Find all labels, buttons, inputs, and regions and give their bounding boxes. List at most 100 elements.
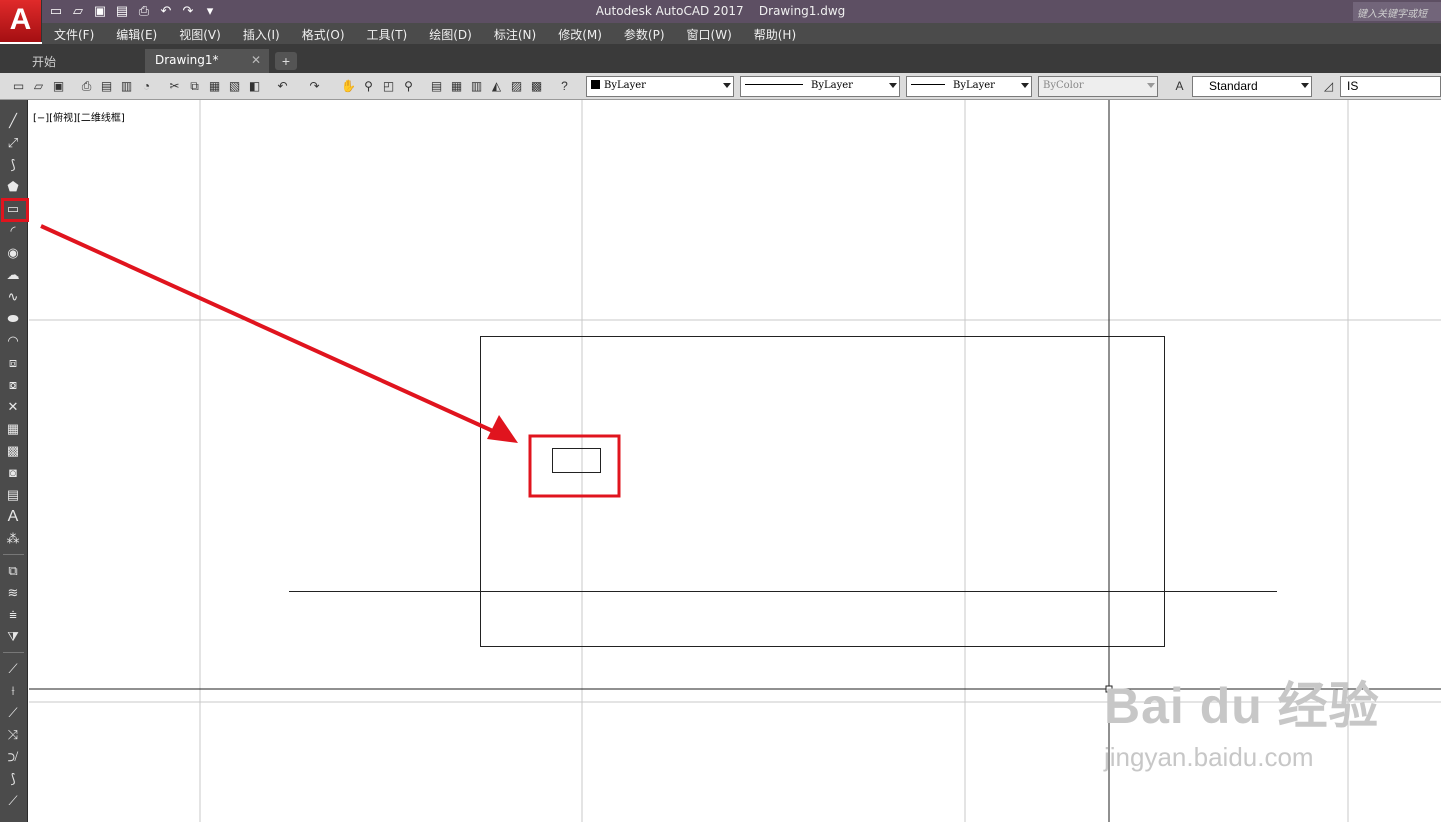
save-icon[interactable]: ▣ bbox=[50, 78, 67, 95]
polygon-icon[interactable]: ⬟ bbox=[4, 178, 22, 196]
zoom-window-icon[interactable]: ◰ bbox=[380, 78, 397, 95]
markup-icon[interactable]: ▨ bbox=[508, 78, 525, 95]
layer-match-icon[interactable]: ⩧ bbox=[4, 606, 22, 624]
multiline-text-icon[interactable]: A bbox=[4, 508, 22, 526]
layer-state-icon[interactable]: ≋ bbox=[4, 584, 22, 602]
spline-icon[interactable]: ∿ bbox=[4, 288, 22, 306]
3d-publish-icon[interactable]: ◔ bbox=[138, 78, 155, 95]
text-style-icon[interactable]: A bbox=[1171, 78, 1188, 95]
paste-icon[interactable]: ▦ bbox=[206, 78, 223, 95]
pan-icon[interactable]: ✋ bbox=[340, 78, 357, 95]
gradient-icon[interactable]: ▩ bbox=[4, 442, 22, 460]
collinear-icon[interactable]: ⟋ bbox=[4, 704, 22, 722]
add-selected-icon[interactable]: ⁂ bbox=[4, 530, 22, 548]
construction-line-icon[interactable]: ⤢ bbox=[4, 134, 22, 152]
color-dropdown[interactable]: ByLayer bbox=[586, 76, 734, 97]
menu-draw[interactable]: 绘图(D) bbox=[418, 23, 483, 44]
text-style-dropdown[interactable]: Standard bbox=[1192, 76, 1312, 97]
point-icon[interactable]: ✕ bbox=[4, 398, 22, 416]
text-style-value: Standard bbox=[1209, 79, 1258, 93]
toolbar-divider bbox=[3, 652, 24, 653]
zoom-realtime-icon[interactable]: ⚲ bbox=[360, 78, 377, 95]
hatch-icon[interactable]: ▦ bbox=[4, 420, 22, 438]
region-icon[interactable]: ◙ bbox=[4, 464, 22, 482]
new-tab-button[interactable]: + bbox=[275, 52, 297, 70]
tool-palettes-icon[interactable]: ▥ bbox=[468, 78, 485, 95]
calculator-icon[interactable]: ▩ bbox=[528, 78, 545, 95]
layer-tool-icon[interactable]: ⧉ bbox=[4, 562, 22, 580]
circle-icon[interactable]: ◉ bbox=[4, 244, 22, 262]
parametric-icon[interactable]: ⟉ bbox=[4, 748, 22, 766]
menu-tools[interactable]: 工具(T) bbox=[356, 23, 419, 44]
block-editor-icon[interactable]: ◧ bbox=[246, 78, 263, 95]
geometric-constraint-icon[interactable]: ⟋ bbox=[4, 660, 22, 678]
color-value: ByLayer bbox=[604, 80, 646, 91]
copy-icon[interactable]: ⧉ bbox=[186, 78, 203, 95]
close-icon[interactable]: ✕ bbox=[251, 53, 261, 67]
menu-dimension[interactable]: 标注(N) bbox=[483, 23, 547, 44]
insert-block-icon[interactable]: ⧈ bbox=[4, 354, 22, 372]
menu-view[interactable]: 视图(V) bbox=[168, 23, 232, 44]
ellipse-icon[interactable]: ⬬ bbox=[4, 310, 22, 328]
chevron-down-icon bbox=[1301, 83, 1309, 88]
new-file-icon[interactable]: ▭ bbox=[46, 2, 66, 20]
menu-file[interactable]: 文件(F) bbox=[42, 23, 105, 44]
menu-modify[interactable]: 修改(M) bbox=[547, 23, 613, 44]
qat-dropdown-icon[interactable]: ▾ bbox=[200, 2, 220, 20]
polyline-icon[interactable]: ⟆ bbox=[4, 156, 22, 174]
outer-rectangle[interactable] bbox=[480, 336, 1165, 647]
design-center-icon[interactable]: ▦ bbox=[448, 78, 465, 95]
drawing-canvas[interactable]: [−][俯视][二维线框] Bai du 经验 jingyan.baidu.co… bbox=[29, 100, 1441, 822]
ellipse-arc-icon[interactable]: ◠ bbox=[4, 332, 22, 350]
sheet-set-icon[interactable]: ◭ bbox=[488, 78, 505, 95]
cut-icon[interactable]: ✂ bbox=[166, 78, 183, 95]
help-icon[interactable]: ? bbox=[556, 78, 573, 95]
menu-help[interactable]: 帮助(H) bbox=[743, 23, 807, 44]
title-bar: Autodesk AutoCAD 2017 Drawing1.dwg ▭ ▱ ▣… bbox=[0, 0, 1441, 23]
match-properties-icon[interactable]: ▧ bbox=[226, 78, 243, 95]
tab-start[interactable]: 开始 bbox=[22, 49, 140, 73]
redo-icon[interactable]: ↷ bbox=[306, 78, 323, 95]
toolbar-divider bbox=[3, 554, 24, 555]
properties-icon[interactable]: ▤ bbox=[428, 78, 445, 95]
line-icon[interactable]: ╱ bbox=[4, 112, 22, 130]
annotation-arrow bbox=[40, 224, 496, 434]
open-icon[interactable]: ▱ bbox=[30, 78, 47, 95]
arc-icon[interactable]: ◜ bbox=[4, 222, 22, 240]
undo-icon[interactable]: ↶ bbox=[274, 78, 291, 95]
constraint-settings-icon[interactable]: ⟋ bbox=[4, 792, 22, 810]
tab-drawing1[interactable]: Drawing1* ✕ bbox=[145, 49, 269, 73]
dim-style-dropdown[interactable]: IS bbox=[1340, 76, 1441, 97]
app-menu-button[interactable]: A bbox=[0, 0, 42, 42]
layer-walk-icon[interactable]: ⧩ bbox=[4, 628, 22, 646]
save-as-icon[interactable]: ▤ bbox=[112, 2, 132, 20]
menu-format[interactable]: 格式(O) bbox=[291, 23, 356, 44]
revision-cloud-icon[interactable]: ☁ bbox=[4, 266, 22, 284]
coincident-icon[interactable]: ⟊ bbox=[4, 682, 22, 700]
small-rectangle[interactable] bbox=[552, 448, 601, 473]
linetype-dropdown[interactable]: ByLayer bbox=[740, 76, 900, 97]
plot-icon[interactable]: ⎙ bbox=[78, 78, 95, 95]
menu-window[interactable]: 窗口(W) bbox=[676, 23, 743, 44]
print-icon[interactable]: ⎙ bbox=[134, 2, 154, 20]
table-icon[interactable]: ▤ bbox=[4, 486, 22, 504]
preview-icon[interactable]: ▤ bbox=[98, 78, 115, 95]
search-input[interactable]: 键入关键字或短 bbox=[1353, 2, 1441, 21]
new-icon[interactable]: ▭ bbox=[10, 78, 27, 95]
dimensional-constraint-icon[interactable]: ⤨ bbox=[4, 726, 22, 744]
make-block-icon[interactable]: ⧇ bbox=[4, 376, 22, 394]
watermark-url: jingyan.baidu.com bbox=[1104, 742, 1314, 772]
publish-icon[interactable]: ▥ bbox=[118, 78, 135, 95]
dim-style-icon[interactable]: ◿ bbox=[1320, 78, 1337, 95]
zoom-previous-icon[interactable]: ⚲ bbox=[400, 78, 417, 95]
open-file-icon[interactable]: ▱ bbox=[68, 2, 88, 20]
undo-icon[interactable]: ↶ bbox=[156, 2, 176, 20]
delete-constraint-icon[interactable]: ⟆ bbox=[4, 770, 22, 788]
tab-drawing-label: Drawing1* bbox=[155, 53, 219, 67]
save-icon[interactable]: ▣ bbox=[90, 2, 110, 20]
lineweight-dropdown[interactable]: ByLayer bbox=[906, 76, 1032, 97]
menu-insert[interactable]: 插入(I) bbox=[232, 23, 291, 44]
menu-parameter[interactable]: 参数(P) bbox=[613, 23, 676, 44]
redo-icon[interactable]: ↷ bbox=[178, 2, 198, 20]
menu-edit[interactable]: 编辑(E) bbox=[105, 23, 168, 44]
